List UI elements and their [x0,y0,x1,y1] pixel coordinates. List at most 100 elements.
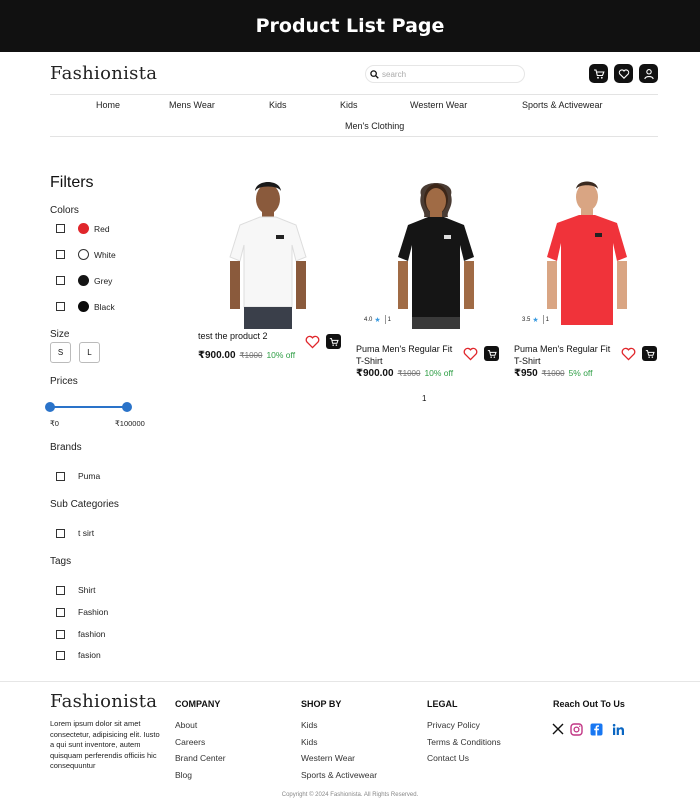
linkedin-icon[interactable] [611,722,625,736]
footer-link-careers[interactable]: Careers [175,737,205,747]
product-2-add-to-cart-button[interactable] [484,346,499,361]
nav-home[interactable]: Home [96,100,120,110]
footer-shop-by-title: SHOP BY [301,699,342,709]
instagram-icon[interactable] [569,722,583,736]
price-max-label: ₹100000 [115,419,145,428]
tag-fasion-checkbox[interactable] [56,651,65,660]
price-slider-track[interactable] [50,406,128,408]
size-l-button[interactable]: L [79,342,100,363]
search-input[interactable] [382,69,512,79]
nav-mens-clothing[interactable]: Men's Clothing [345,121,404,131]
search-bar[interactable] [365,65,525,83]
brand-puma-checkbox[interactable] [56,472,65,481]
tag-fashion-lower-checkbox[interactable] [56,630,65,639]
cart-icon [645,349,655,358]
facebook-icon[interactable] [589,722,603,736]
nav-western-wear[interactable]: Western Wear [410,100,467,110]
rating-separator [384,315,386,324]
product-2-name[interactable]: Puma Men's Regular Fit T-Shirt [356,343,460,367]
footer-link-kids-2[interactable]: Kids [301,737,318,747]
pagination-page-1[interactable]: 1 [422,394,426,403]
color-red-checkbox[interactable] [56,224,65,233]
product-1-add-to-cart-button[interactable] [326,334,341,349]
product-3-wishlist-button[interactable] [621,347,636,361]
footer-link-contact-us[interactable]: Contact Us [427,753,469,763]
tag-shirt-label: Shirt [78,585,96,595]
color-white-swatch [78,249,89,260]
product-2-wishlist-button[interactable] [463,347,478,361]
product-image-1[interactable] [218,177,318,329]
price-slider-max-handle[interactable] [122,402,132,412]
site-logo[interactable]: Fashionista [50,63,157,84]
footer-divider [0,681,700,682]
product-3-shirt [547,215,627,325]
tag-fashion-label: Fashion [78,607,109,617]
heart-icon [621,347,636,361]
product-3-price-row: ₹950 ₹1000 5% off [514,368,593,379]
footer-link-sports-activewear[interactable]: Sports & Activewear [301,770,377,780]
color-grey-checkbox[interactable] [56,276,65,285]
color-white-checkbox[interactable] [56,250,65,259]
rating-separator [542,315,544,324]
color-black-checkbox[interactable] [56,302,65,311]
nav-sports-activewear[interactable]: Sports & Activewear [522,100,603,110]
footer-link-brand-center[interactable]: Brand Center [175,753,226,763]
tag-fashion-checkbox[interactable] [56,608,65,617]
nav-divider-bottom [50,136,658,137]
footer-link-about[interactable]: About [175,720,197,730]
product-3-rating-badge: 3.5 ★ 1 [519,313,552,326]
tag-fashion-lower-label: fashion [78,629,106,639]
heart-icon [618,68,629,79]
page-banner: Product List Page [0,0,700,52]
product-2-discount: 10% off [424,368,454,378]
product-image-2[interactable] [386,177,486,329]
product-1-price: ₹900.00 [198,350,236,361]
footer-reach-title: Reach Out To Us [553,699,625,709]
colors-title: Colors [50,205,79,216]
subcategories-title: Sub Categories [50,499,119,510]
product-1-shirt [229,216,307,308]
product-image-3[interactable] [537,177,637,329]
footer-link-terms-conditions[interactable]: Terms & Conditions [427,737,501,747]
color-grey-label: Grey [94,276,113,286]
footer-link-western-wear[interactable]: Western Wear [301,753,355,763]
brands-title: Brands [50,442,82,453]
tag-shirt-checkbox[interactable] [56,586,65,595]
product-2-review-count: 1 [387,316,391,323]
product-1-wishlist-button[interactable] [305,335,320,349]
footer-legal-title: LEGAL [427,699,458,709]
footer-logo[interactable]: Fashionista [50,691,157,712]
product-2-rating: 4.0 [364,316,373,323]
color-red-swatch [78,223,89,234]
header-account-button[interactable] [639,64,658,83]
product-3-add-to-cart-button[interactable] [642,346,657,361]
header-cart-button[interactable] [589,64,608,83]
user-icon [643,68,654,79]
footer-link-kids[interactable]: Kids [301,720,318,730]
color-white-label: White [94,250,116,260]
tag-fasion-label: fasion [78,650,101,660]
nav-kids-2[interactable]: Kids [340,100,358,110]
color-red-label: Red [94,224,110,234]
cart-icon [593,68,605,79]
product-1-name[interactable]: test the product 2 [198,330,302,342]
subcategory-tsirt-checkbox[interactable] [56,529,65,538]
product-2-mrp: ₹1000 [397,369,421,378]
product-3-name[interactable]: Puma Men's Regular Fit T-Shirt [514,343,618,367]
nav-kids[interactable]: Kids [269,100,287,110]
header-wishlist-button[interactable] [614,64,633,83]
footer-link-privacy-policy[interactable]: Privacy Policy [427,720,480,730]
price-slider-min-handle[interactable] [45,402,55,412]
banner-title: Product List Page [255,15,445,37]
subcategory-tsirt-label: t sirt [78,528,95,538]
footer-link-blog[interactable]: Blog [175,770,192,780]
product-2-price-row: ₹900.00 ₹1000 10% off [356,368,453,379]
size-s-button[interactable]: S [50,342,71,363]
footer-description: Lorem ipsum dolor sit amet consectetur, … [50,719,160,770]
prices-title: Prices [50,376,78,387]
x-icon[interactable] [551,722,565,736]
brand-puma-label: Puma [78,471,101,481]
filters-title: Filters [50,174,94,191]
nav-mens-wear[interactable]: Mens Wear [169,100,215,110]
nav-divider-top [50,94,658,95]
